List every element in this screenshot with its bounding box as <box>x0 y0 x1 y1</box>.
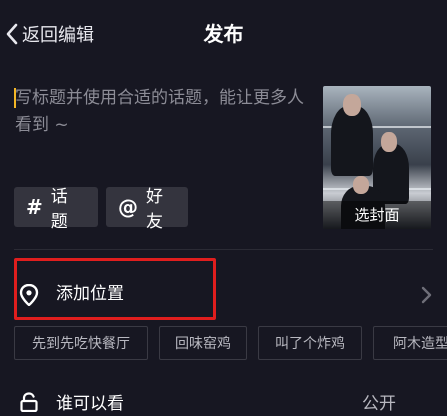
text-cursor <box>14 88 16 108</box>
at-sign-icon: @ <box>118 195 138 219</box>
back-label: 返回编辑 <box>22 25 94 46</box>
caption-input[interactable]: 写标题并使用合适的话题，能让更多人看到 ~ <box>14 85 314 145</box>
visibility-value: 公开 <box>362 394 396 414</box>
friend-label: 好友 <box>146 187 163 232</box>
cover-label: 选封面 <box>323 201 431 229</box>
lock-icon <box>20 392 38 416</box>
chevron-left-icon <box>4 22 20 46</box>
cover-selector[interactable]: 选封面 <box>323 86 431 229</box>
visibility-row[interactable]: 谁可以看 公开 <box>0 382 447 414</box>
add-location-row[interactable]: 添加位置 <box>0 258 447 328</box>
back-button[interactable]: 返回编辑 <box>4 20 94 48</box>
cover-image-face <box>343 94 361 116</box>
cover-image-figure <box>331 106 373 176</box>
cover-image-face <box>353 176 369 194</box>
location-suggestion[interactable]: 阿木造型 <box>373 326 447 360</box>
topic-button[interactable]: # 话题 <box>14 187 98 232</box>
hashtag-icon: # <box>26 195 43 219</box>
caption-placeholder: 写标题并使用合适的话题，能让更多人看到 ~ <box>15 88 304 135</box>
visibility-label: 谁可以看 <box>56 394 124 414</box>
cover-image-face <box>381 132 397 152</box>
topic-label: 话题 <box>50 187 68 232</box>
add-location-label: 添加位置 <box>56 284 124 304</box>
location-pin-icon <box>19 283 39 310</box>
mention-friend-button[interactable]: @ 好友 <box>106 187 188 232</box>
chevron-right-icon <box>420 286 432 308</box>
divider <box>14 249 433 250</box>
location-suggestion[interactable]: 叫了个炸鸡 <box>258 326 362 360</box>
location-suggestion[interactable]: 回味窑鸡 <box>159 326 247 360</box>
location-suggestion[interactable]: 先到先吃快餐厅 <box>14 326 148 360</box>
